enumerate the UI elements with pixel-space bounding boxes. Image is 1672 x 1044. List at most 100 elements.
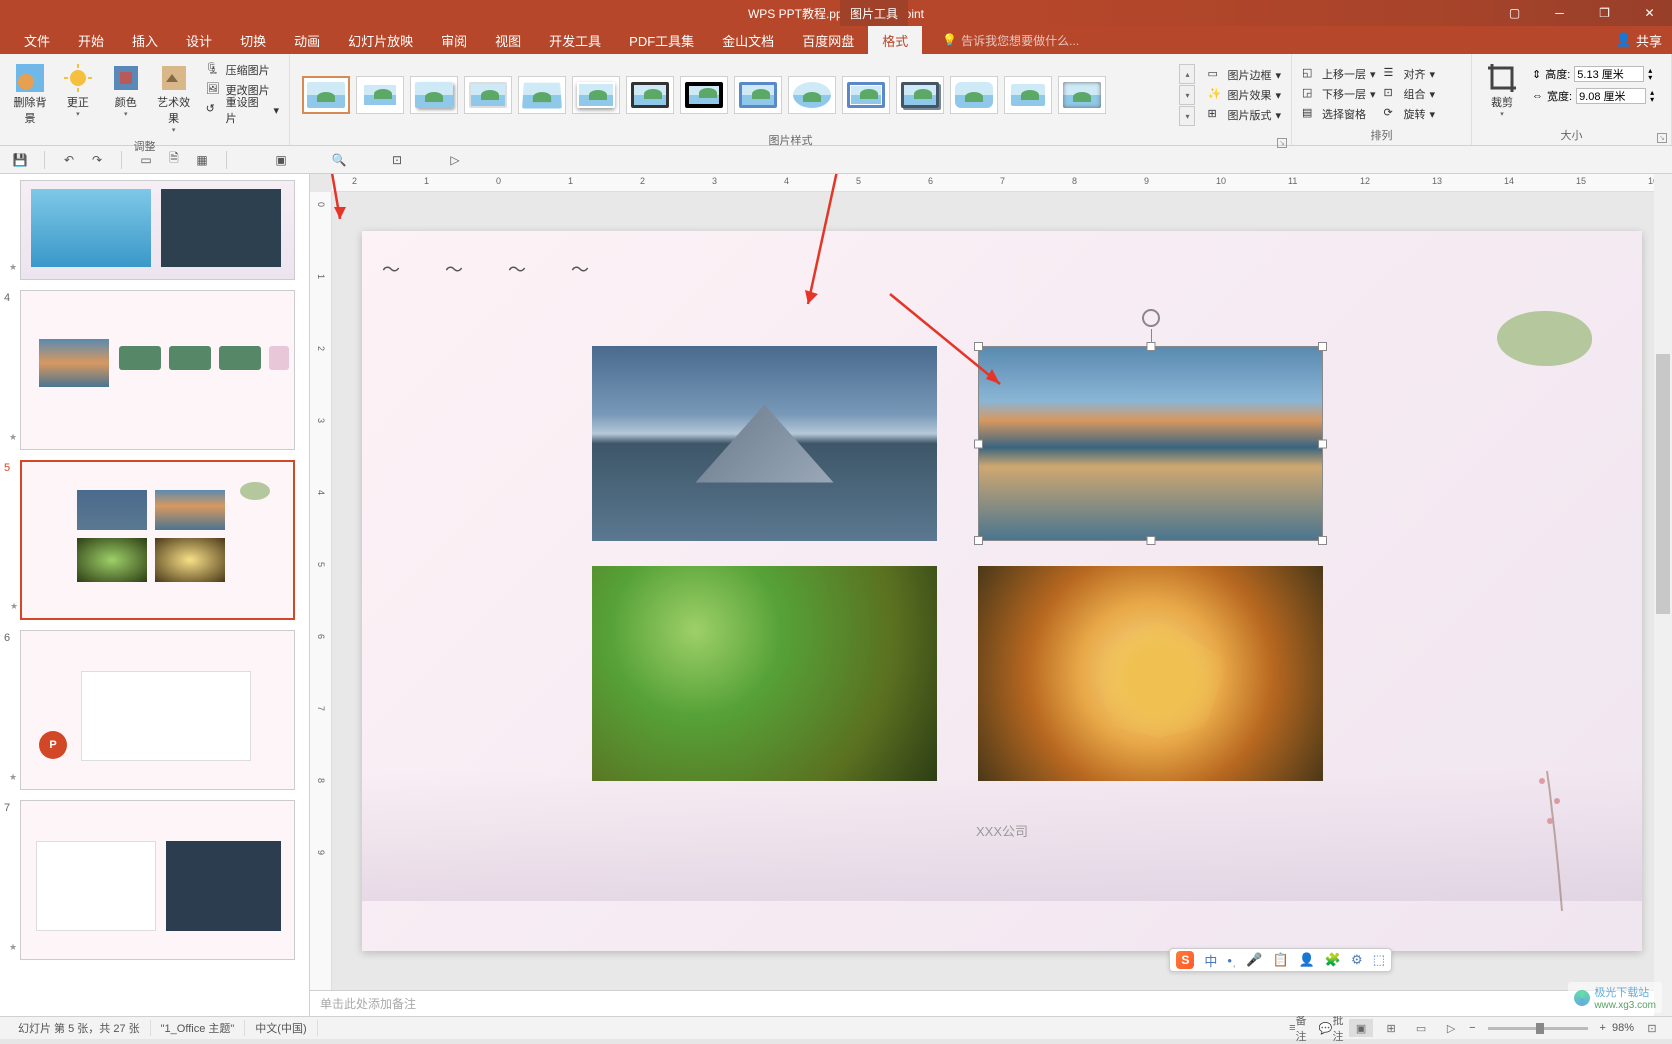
tab-pdf[interactable]: PDF工具集 <box>615 26 708 54</box>
resize-handle-w[interactable] <box>974 439 983 448</box>
tab-review[interactable]: 审阅 <box>427 26 481 54</box>
ime-toolbar[interactable]: S 中 •ˌ 🎤 📋 👤 🧩 ⚙ ⬚ <box>1169 948 1392 972</box>
align-button[interactable]: ☰对齐 ▾ <box>1380 64 1440 84</box>
tell-me-search[interactable]: 💡 告诉我您想要做什么... <box>942 32 1079 49</box>
zoom-slider[interactable] <box>1488 1027 1588 1030</box>
slide-canvas[interactable]: 〜 〜 〜 〜 <box>362 231 1642 951</box>
picture-style-8[interactable] <box>680 76 728 114</box>
ime-skin-icon[interactable]: 🧩 <box>1325 952 1341 968</box>
slide-count-status[interactable]: 幻灯片 第 5 张，共 27 张 <box>8 1020 151 1036</box>
minimize-button[interactable]: ─ <box>1537 0 1582 26</box>
photo-maple-leaf[interactable] <box>978 566 1323 781</box>
slide-thumbnails-panel[interactable]: ★ 4 ★ 5 ★ 6 <box>0 174 310 1016</box>
share-button[interactable]: 👤 共享 <box>1616 31 1662 50</box>
slide-thumb-6[interactable]: ★ P <box>20 630 295 790</box>
remove-background-button[interactable]: 删除背景 <box>6 60 54 128</box>
gallery-down-button[interactable]: ▾ <box>1179 85 1195 105</box>
resize-handle-sw[interactable] <box>974 536 983 545</box>
picture-style-4[interactable] <box>464 76 512 114</box>
slide-thumb-3[interactable]: ★ <box>20 180 295 280</box>
picture-style-2[interactable] <box>356 76 404 114</box>
tab-baidu[interactable]: 百度网盘 <box>788 26 868 54</box>
zoom-out-button[interactable]: − <box>1469 1022 1475 1034</box>
normal-view-button[interactable]: ▣ <box>1349 1019 1373 1037</box>
vertical-ruler[interactable]: 0123456789 <box>310 192 332 990</box>
picture-style-9[interactable] <box>734 76 782 114</box>
tab-design[interactable]: 设计 <box>172 26 226 54</box>
slide-thumb-4[interactable]: ★ <box>20 290 295 450</box>
selection-pane-button[interactable]: ▤选择窗格 <box>1298 104 1380 124</box>
resize-handle-nw[interactable] <box>974 342 983 351</box>
picture-style-14[interactable] <box>1004 76 1052 114</box>
ime-punct-icon[interactable]: •ˌ <box>1227 953 1236 968</box>
slideshow-view-button[interactable]: ▷ <box>1439 1019 1463 1037</box>
picture-style-10[interactable] <box>788 76 836 114</box>
ime-tools-icon[interactable]: ⚙ <box>1351 952 1363 968</box>
rotation-handle[interactable] <box>1142 309 1160 327</box>
size-launcher[interactable]: ↘ <box>1657 133 1667 143</box>
artistic-effects-button[interactable]: 艺术效果▾ <box>150 60 198 136</box>
ime-clipboard-icon[interactable]: 📋 <box>1272 952 1288 968</box>
picture-style-12[interactable] <box>896 76 944 114</box>
picture-style-5[interactable] <box>518 76 566 114</box>
close-button[interactable]: ✕ <box>1627 0 1672 26</box>
zoom-level[interactable]: 98% <box>1612 1022 1634 1034</box>
tab-format[interactable]: 格式 <box>868 26 922 54</box>
compress-pictures-button[interactable]: 🗜压缩图片 <box>202 60 283 80</box>
sogou-logo-icon[interactable]: S <box>1176 951 1194 969</box>
gallery-more-button[interactable]: ▾ <box>1179 106 1195 126</box>
ribbon-display-options-icon[interactable]: ▢ <box>1492 0 1537 26</box>
crop-button[interactable]: 裁剪▾ <box>1478 60 1526 120</box>
tab-animation[interactable]: 动画 <box>280 26 334 54</box>
picture-style-13[interactable] <box>950 76 998 114</box>
reading-view-button[interactable]: ▭ <box>1409 1019 1433 1037</box>
gallery-up-button[interactable]: ▴ <box>1179 64 1195 84</box>
restore-button[interactable]: ❐ <box>1582 0 1627 26</box>
height-spinner[interactable]: ▴▾ <box>1648 67 1652 81</box>
notes-toggle-button[interactable]: ≡ 备注 <box>1289 1019 1313 1037</box>
picture-border-button[interactable]: ▭图片边框 ▾ <box>1203 65 1285 85</box>
picture-style-1[interactable] <box>302 76 350 114</box>
tab-home[interactable]: 开始 <box>64 26 118 54</box>
tab-view[interactable]: 视图 <box>481 26 535 54</box>
zoom-in-button[interactable]: + <box>1600 1022 1606 1034</box>
tab-dev[interactable]: 开发工具 <box>535 26 615 54</box>
photo-mountain-fuji[interactable] <box>592 346 937 541</box>
picture-style-15[interactable] <box>1058 76 1106 114</box>
notes-pane[interactable]: 单击此处添加备注 <box>310 990 1672 1016</box>
corrections-button[interactable]: 更正▾ <box>54 60 102 120</box>
width-spinner[interactable]: ▴▾ <box>1650 89 1654 103</box>
picture-effects-button[interactable]: ✨图片效果 ▾ <box>1203 85 1285 105</box>
language-status[interactable]: 中文(中国) <box>245 1020 317 1036</box>
fit-to-window-button[interactable]: ⊡ <box>1640 1019 1664 1037</box>
resize-handle-ne[interactable] <box>1318 342 1327 351</box>
company-footer-text[interactable]: XXX公司 <box>976 821 1028 840</box>
resize-handle-e[interactable] <box>1318 439 1327 448</box>
resize-handle-se[interactable] <box>1318 536 1327 545</box>
width-input[interactable] <box>1576 88 1646 104</box>
canvas-area[interactable]: 〜 〜 〜 〜 <box>332 192 1672 990</box>
qat-preview-icon[interactable]: ▷ <box>445 150 465 170</box>
picture-tools-context-tab[interactable]: 图片工具 <box>840 0 908 26</box>
picture-style-6[interactable] <box>572 76 620 114</box>
send-backward-button[interactable]: ◲下移一层 ▾ <box>1298 84 1380 104</box>
qat-window-icon[interactable]: ⊡ <box>387 150 407 170</box>
qat-zoom-icon[interactable]: 🔍 <box>329 150 349 170</box>
tab-slideshow[interactable]: 幻灯片放映 <box>334 26 427 54</box>
photo-green-leaves[interactable] <box>592 566 937 781</box>
height-input[interactable] <box>1574 66 1644 82</box>
picture-style-3[interactable] <box>410 76 458 114</box>
ime-user-icon[interactable]: 👤 <box>1299 952 1315 968</box>
bring-forward-button[interactable]: ◱上移一层 ▾ <box>1298 64 1380 84</box>
reset-picture-button[interactable]: ↺重设图片 ▾ <box>202 100 283 120</box>
ime-voice-icon[interactable]: 🎤 <box>1246 952 1262 968</box>
ime-lang-toggle[interactable]: 中 <box>1204 951 1217 970</box>
resize-handle-s[interactable] <box>1146 536 1155 545</box>
tab-transition[interactable]: 切换 <box>226 26 280 54</box>
picture-style-7[interactable] <box>626 76 674 114</box>
slide-thumb-5[interactable]: ★ <box>20 460 295 620</box>
ime-keyboard-icon[interactable]: ⬚ <box>1373 952 1385 968</box>
theme-status[interactable]: "1_Office 主题" <box>151 1020 246 1036</box>
sorter-view-button[interactable]: ⊞ <box>1379 1019 1403 1037</box>
resize-handle-n[interactable] <box>1146 342 1155 351</box>
